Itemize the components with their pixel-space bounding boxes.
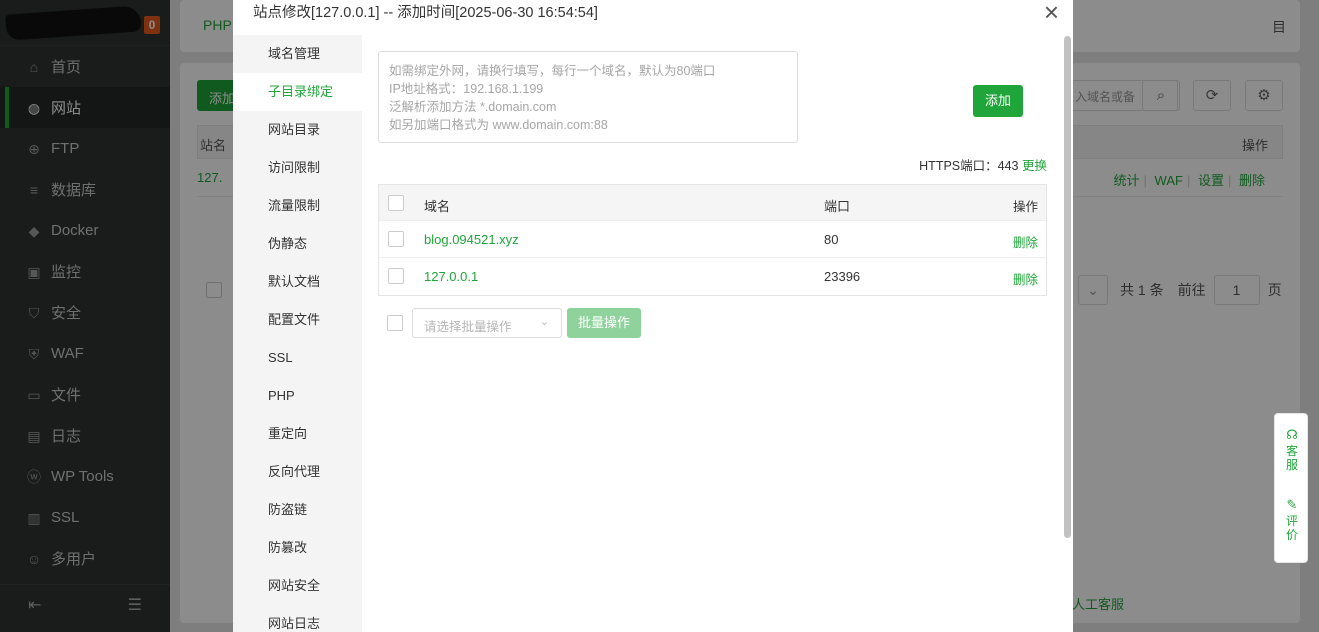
delete-link[interactable]: 删除 <box>1013 269 1038 288</box>
placeholder-line: 泛解析添加方法 *.domain.com <box>389 100 557 114</box>
modal-menu-item[interactable]: 网站安全 <box>233 567 362 605</box>
batch-select-placeholder: 请选择批量操作 <box>424 320 512 334</box>
https-port-info: HTTPS端口：443 更换 <box>919 155 1047 174</box>
row-checkbox[interactable] <box>388 268 404 284</box>
row-checkbox[interactable] <box>388 231 404 247</box>
modal-menu-item[interactable]: SSL <box>233 339 362 377</box>
customer-service-label: 客服 <box>1285 444 1298 472</box>
modal-menu-item[interactable]: 防盗链 <box>233 491 362 529</box>
batch-select[interactable]: 请选择批量操作 ⌄ <box>412 308 562 338</box>
column-port: 端口 <box>824 199 851 214</box>
modal-menu-item[interactable]: 重定向 <box>233 415 362 453</box>
modal-menu-item[interactable]: 域名管理 <box>233 35 362 73</box>
domain-table: 域名 端口 操作 blog.094521.xyz 80 删除 127.0.0.1… <box>378 184 1047 296</box>
domain-table-header: 域名 端口 操作 <box>379 185 1046 221</box>
column-op: 操作 <box>1012 200 1038 214</box>
https-port-label: HTTPS端口：443 <box>919 159 1019 173</box>
placeholder-line: 如另加端口格式为 www.domain.com:88 <box>389 118 608 132</box>
modal-menu-item[interactable]: 防篡改 <box>233 529 362 567</box>
placeholder-line: IP地址格式：192.168.1.199 <box>389 82 544 96</box>
change-port-link[interactable]: 更换 <box>1022 159 1047 173</box>
edit-icon: ✎ <box>1286 497 1298 512</box>
add-domain-button[interactable]: 添加 <box>973 85 1023 117</box>
modal-menu-item[interactable]: 伪静态 <box>233 225 362 263</box>
review-label: 评价 <box>1285 514 1298 542</box>
table-row: blog.094521.xyz 80 删除 <box>379 221 1046 258</box>
modal-menu-item[interactable]: 默认文档 <box>233 263 362 301</box>
column-domain: 域名 <box>424 199 451 214</box>
delete-link[interactable]: 删除 <box>1013 232 1038 251</box>
modal-menu-item[interactable]: 流量限制 <box>233 187 362 225</box>
domain-link[interactable]: blog.094521.xyz <box>424 232 519 247</box>
modal-side-menu: 域名管理 子目录绑定 网站目录 访问限制 流量限制 伪静态 默认文档 配置文件 SSL PHP 重定… <box>233 35 362 632</box>
table-row: 127.0.0.1 23396 删除 <box>379 258 1046 295</box>
review-button[interactable]: ✎ 评价 <box>1275 497 1309 543</box>
modal-menu-item[interactable]: 配置文件 <box>233 301 362 339</box>
chevron-down-icon: ⌄ <box>539 316 549 328</box>
modal-scrollbar[interactable] <box>1064 36 1071 538</box>
batch-actions: 请选择批量操作 ⌄ 批量操作 <box>378 308 641 338</box>
port-value: 80 <box>824 232 839 247</box>
customer-service-button[interactable]: ☊ 客服 <box>1275 427 1309 473</box>
placeholder-line: 如需绑定外网，请换行填写，每行一个域名，默认为80端口 <box>389 64 716 78</box>
floating-help-panel: ☊ 客服 ✎ 评价 <box>1274 413 1308 563</box>
batch-operate-button[interactable]: 批量操作 <box>567 308 641 338</box>
modal-menu-item[interactable]: 反向代理 <box>233 453 362 491</box>
modal-menu-item[interactable]: 网站日志 <box>233 605 362 632</box>
modal-title: 站点修改[127.0.0.1] -- 添加时间[2025-06-30 16:54… <box>233 0 1073 35</box>
modal-menu-item[interactable]: PHP <box>233 377 362 415</box>
modal-menu-item[interactable]: 网站目录 <box>233 111 362 149</box>
modal-content: 如需绑定外网，请换行填写，每行一个域名，默认为80端口 IP地址格式：192.1… <box>362 35 1062 632</box>
select-all-checkbox[interactable] <box>388 195 404 211</box>
domain-textarea[interactable]: 如需绑定外网，请换行填写，每行一个域名，默认为80端口 IP地址格式：192.1… <box>378 51 798 143</box>
headset-icon: ☊ <box>1286 427 1298 442</box>
modal-menu-item[interactable]: 访问限制 <box>233 149 362 187</box>
site-edit-modal: 站点修改[127.0.0.1] -- 添加时间[2025-06-30 16:54… <box>233 0 1073 632</box>
batch-checkbox[interactable] <box>387 315 403 331</box>
close-icon[interactable]: × <box>1044 0 1059 25</box>
domain-link[interactable]: 127.0.0.1 <box>424 269 478 284</box>
modal-menu-item[interactable]: 子目录绑定 <box>233 73 362 111</box>
port-value: 23396 <box>824 269 861 284</box>
